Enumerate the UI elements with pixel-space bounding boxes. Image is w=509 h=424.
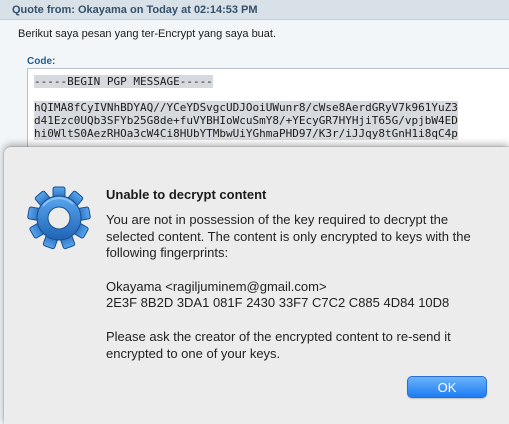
dialog-instructions: Please ask the creator of the encrypted … xyxy=(106,329,451,361)
key-fingerprint: 2E3F 8B2D 3DA1 081F 2430 33F7 C7C2 C885 … xyxy=(106,295,450,310)
dialog-message: You are not in possession of the key req… xyxy=(106,212,471,260)
code-block[interactable]: -----BEGIN PGP MESSAGE----- hQIMA8fCyIVNh… xyxy=(27,68,509,152)
quote-author-line: Quote from: Okayama on Today at 02:14:53… xyxy=(12,3,258,16)
gear-icon xyxy=(26,185,92,251)
code-line: hQIMA8fCyIVNhBDYAQ//YCeYDSvgcUDJOoiUWunr… xyxy=(34,101,458,114)
fingerprint-owner: Okayama <ragiljuminem@gmail.com> xyxy=(106,279,327,294)
dialog-title: Unable to decrypt content xyxy=(106,187,267,202)
code-label: Code: xyxy=(27,56,56,67)
code-line-begin: -----BEGIN PGP MESSAGE----- xyxy=(34,75,213,88)
quote-body: Berikut saya pesan yang ter-Encrypt yang… xyxy=(18,28,277,40)
code-line: hi0WltS0AezRHOa3cW4Ci8HUbYTMbwUiYGhmaPHD… xyxy=(34,127,458,140)
code-line: d41Ezc0UQb3SFYb25G8de+fuVYBHIoWcuSmY8/+Y… xyxy=(34,114,458,127)
decrypt-error-dialog: Unable to decrypt content You are not in… xyxy=(4,147,509,424)
ok-button[interactable]: OK xyxy=(407,376,487,398)
quote-header: Quote from: Okayama on Today at 02:14:53… xyxy=(0,0,509,20)
